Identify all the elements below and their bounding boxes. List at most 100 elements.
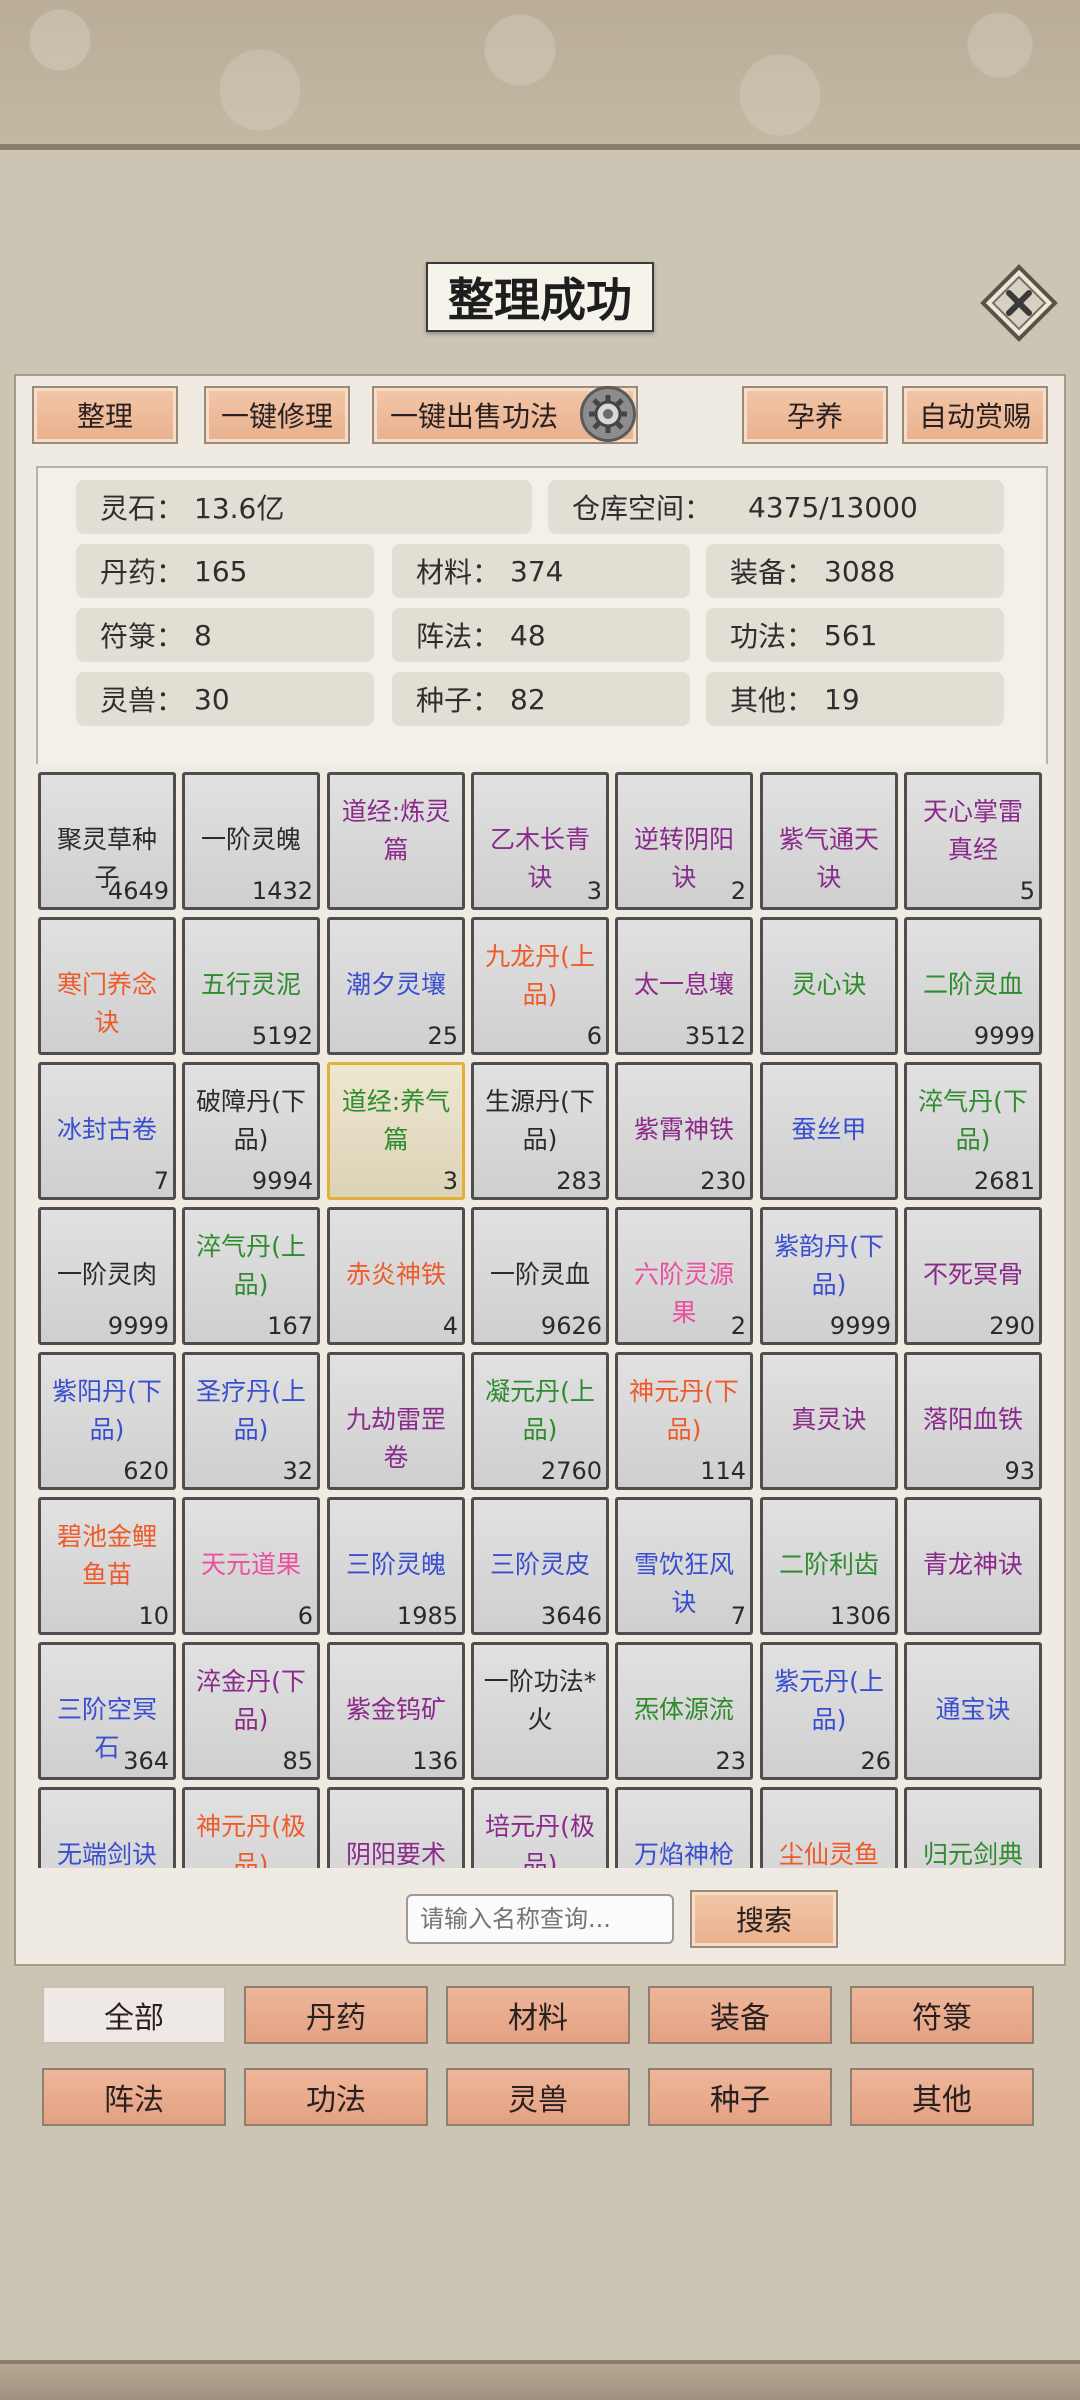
incubate-button[interactable]: 孕养 (742, 386, 888, 444)
item-slot[interactable]: 凝元丹(上品) 2760 (471, 1352, 609, 1490)
item-slot[interactable]: 阴阳要术 (327, 1787, 465, 1868)
item-count: 2 (730, 877, 746, 905)
item-slot[interactable]: 淬气丹(下品) 2681 (904, 1062, 1042, 1200)
item-slot[interactable]: 通宝诀 (904, 1642, 1042, 1780)
item-slot[interactable]: 聚灵草种子 4649 (38, 772, 176, 910)
stat-value: 82 (510, 682, 546, 716)
category-tab[interactable]: 丹药 (244, 1986, 428, 2044)
auto-reward-button[interactable]: 自动赏赐 (902, 386, 1048, 444)
item-slot[interactable]: 五行灵泥 5192 (182, 917, 320, 1055)
category-tab[interactable]: 灵兽 (446, 2068, 630, 2126)
item-slot[interactable]: 碧池金鲤鱼苗 10 (38, 1497, 176, 1635)
item-slot[interactable]: 破障丹(下品) 9994 (182, 1062, 320, 1200)
stat-label: 灵石： (100, 492, 185, 525)
category-tab[interactable]: 阵法 (42, 2068, 226, 2126)
item-slot[interactable]: 道经:炼灵篇 (327, 772, 465, 910)
item-slot[interactable]: 逆转阴阳诀 2 (615, 772, 753, 910)
item-slot[interactable]: 紫霄神铁 230 (615, 1062, 753, 1200)
settings-gear-icon (589, 395, 627, 433)
item-slot[interactable]: 紫金钨矿 136 (327, 1642, 465, 1780)
item-name: 无端剑诀 (56, 1840, 157, 1868)
stat-label: 仓库空间： (572, 492, 713, 525)
item-slot[interactable]: 淬气丹(上品) 167 (182, 1207, 320, 1345)
sell-skills-label: 一键出售功法 (390, 400, 559, 433)
item-name: 一阶灵血 (489, 1260, 590, 1289)
item-slot[interactable]: 天心掌雷真经 5 (904, 772, 1042, 910)
item-name: 青龙神诀 (922, 1550, 1023, 1579)
item-slot[interactable]: 一阶功法*火 (471, 1642, 609, 1780)
category-tab[interactable]: 装备 (648, 1986, 832, 2044)
item-slot[interactable]: 蚕丝甲 (760, 1062, 898, 1200)
item-slot[interactable]: 天元道果 6 (182, 1497, 320, 1635)
item-slot[interactable]: 炁体源流 23 (615, 1642, 753, 1780)
item-name: 淬金丹(下品) (196, 1667, 306, 1734)
item-slot[interactable]: 青龙神诀 (904, 1497, 1042, 1635)
item-slot[interactable]: 雪饮狂风诀 7 (615, 1497, 753, 1635)
search-button[interactable]: 搜索 (690, 1890, 838, 1948)
item-name: 太一息壤 (633, 970, 734, 999)
item-slot[interactable]: 落阳血铁 93 (904, 1352, 1042, 1490)
item-slot[interactable]: 紫阳丹(下品) 620 (38, 1352, 176, 1490)
item-slot[interactable]: 圣疗丹(上品) 32 (182, 1352, 320, 1490)
item-slot[interactable]: 真灵诀 (760, 1352, 898, 1490)
item-slot[interactable]: 三阶灵魄 1985 (327, 1497, 465, 1635)
item-slot[interactable]: 紫气通天诀 (760, 772, 898, 910)
item-slot[interactable]: 二阶利齿 1306 (760, 1497, 898, 1635)
item-slot[interactable]: 一阶灵魄 1432 (182, 772, 320, 910)
item-slot[interactable]: 培元丹(极品) (471, 1787, 609, 1868)
item-name: 蚕丝甲 (791, 1115, 867, 1144)
close-icon (980, 264, 1058, 342)
item-slot[interactable]: 二阶灵血 9999 (904, 917, 1042, 1055)
item-slot[interactable]: 神元丹(下品) 114 (615, 1352, 753, 1490)
item-count: 10 (138, 1602, 169, 1630)
item-slot[interactable]: 潮夕灵壤 25 (327, 917, 465, 1055)
item-slot[interactable]: 万焰神枪诀 (615, 1787, 753, 1868)
item-grid[interactable]: 聚灵草种子 4649 一阶灵魄 1432 道经:炼灵篇 乙木长青诀 3 逆转阴阳诀 2 紫气通天诀… (36, 764, 1052, 1868)
item-slot[interactable]: 生源丹(下品) 283 (471, 1062, 609, 1200)
item-slot[interactable]: 无端剑诀 (38, 1787, 176, 1868)
item-slot[interactable]: 一阶灵肉 9999 (38, 1207, 176, 1345)
item-slot[interactable]: 灵心诀 (760, 917, 898, 1055)
item-count: 23 (715, 1747, 746, 1775)
item-slot[interactable]: 归元剑典 (904, 1787, 1042, 1868)
gear-icon[interactable] (580, 386, 636, 442)
item-slot[interactable]: 道经:养气篇 3 (327, 1062, 465, 1200)
item-count: 3 (586, 877, 602, 905)
repair-all-button[interactable]: 一键修理 (204, 386, 350, 444)
item-slot[interactable]: 六阶灵源果 2 (615, 1207, 753, 1345)
seeds-stat: 种子： 82 (392, 672, 690, 726)
item-name: 紫霄神铁 (633, 1115, 734, 1144)
item-slot[interactable]: 寒门养念诀 (38, 917, 176, 1055)
item-slot[interactable]: 紫元丹(上品) 26 (760, 1642, 898, 1780)
item-slot[interactable]: 三阶空冥石 364 (38, 1642, 176, 1780)
category-tab[interactable]: 材料 (446, 1986, 630, 2044)
item-slot[interactable]: 九劫雷罡卷 (327, 1352, 465, 1490)
item-name: 天元道果 (200, 1550, 301, 1579)
item-count: 5192 (251, 1022, 313, 1050)
item-slot[interactable]: 淬金丹(下品) 85 (182, 1642, 320, 1780)
category-tab[interactable]: 种子 (648, 2068, 832, 2126)
search-input[interactable] (406, 1894, 674, 1944)
sort-button[interactable]: 整理 (32, 386, 178, 444)
item-count: 4649 (107, 877, 169, 905)
item-slot[interactable]: 紫韵丹(下品) 9999 (760, 1207, 898, 1345)
item-slot[interactable]: 赤炎神铁 4 (327, 1207, 465, 1345)
category-tab[interactable]: 符箓 (850, 1986, 1034, 2044)
category-tab[interactable]: 功法 (244, 2068, 428, 2126)
stat-value: 13.6亿 (194, 492, 285, 525)
item-slot[interactable]: 尘仙灵鱼 (760, 1787, 898, 1868)
stat-label: 丹药： (100, 556, 185, 589)
item-slot[interactable]: 乙木长青诀 3 (471, 772, 609, 910)
item-count: 364 (123, 1747, 169, 1775)
item-slot[interactable]: 冰封古卷 7 (38, 1062, 176, 1200)
item-slot[interactable]: 三阶灵皮 3646 (471, 1497, 609, 1635)
item-slot[interactable]: 太一息壤 3512 (615, 917, 753, 1055)
item-slot[interactable]: 不死冥骨 290 (904, 1207, 1042, 1345)
item-slot[interactable]: 九龙丹(上品) 6 (471, 917, 609, 1055)
item-slot[interactable]: 神元丹(极品) (182, 1787, 320, 1868)
item-slot[interactable]: 一阶灵血 9626 (471, 1207, 609, 1345)
category-tab[interactable]: 全部 (42, 1986, 226, 2044)
category-tab[interactable]: 其他 (850, 2068, 1034, 2126)
close-button[interactable] (978, 262, 1060, 344)
item-name: 归元剑典 (922, 1840, 1023, 1868)
